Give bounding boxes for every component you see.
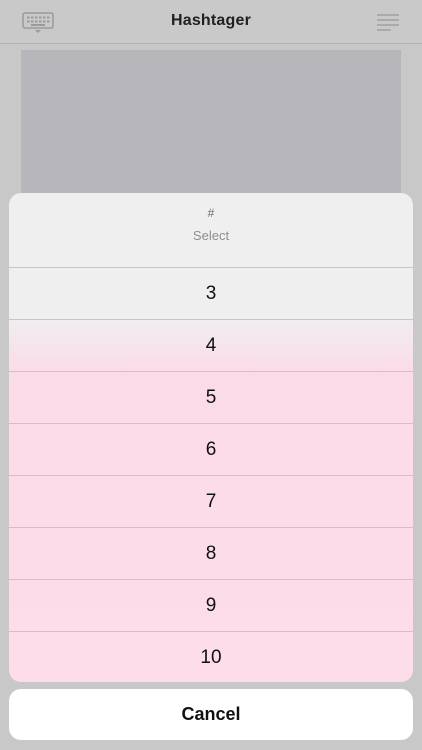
action-sheet: # Select 3 4 5 6 7 8 9 10 <box>9 193 413 682</box>
option-5[interactable]: 5 <box>9 372 413 424</box>
option-3[interactable]: 3 <box>9 268 413 320</box>
option-7[interactable]: 7 <box>9 476 413 528</box>
action-sheet-header: # Select <box>9 193 413 268</box>
sheet-title: # <box>207 206 215 220</box>
option-6[interactable]: 6 <box>9 424 413 476</box>
cancel-button[interactable]: Cancel <box>9 689 413 740</box>
sheet-subtitle: Select <box>192 228 230 243</box>
option-10[interactable]: 10 <box>9 632 413 682</box>
option-4[interactable]: 4 <box>9 320 413 372</box>
app-title: Hashtager <box>170 12 252 29</box>
text-content-area <box>21 50 401 210</box>
option-9[interactable]: 9 <box>9 580 413 632</box>
option-8[interactable]: 8 <box>9 528 413 580</box>
navigation-bar: Hashtager <box>0 0 422 44</box>
menu-lines-icon[interactable] <box>376 12 400 37</box>
